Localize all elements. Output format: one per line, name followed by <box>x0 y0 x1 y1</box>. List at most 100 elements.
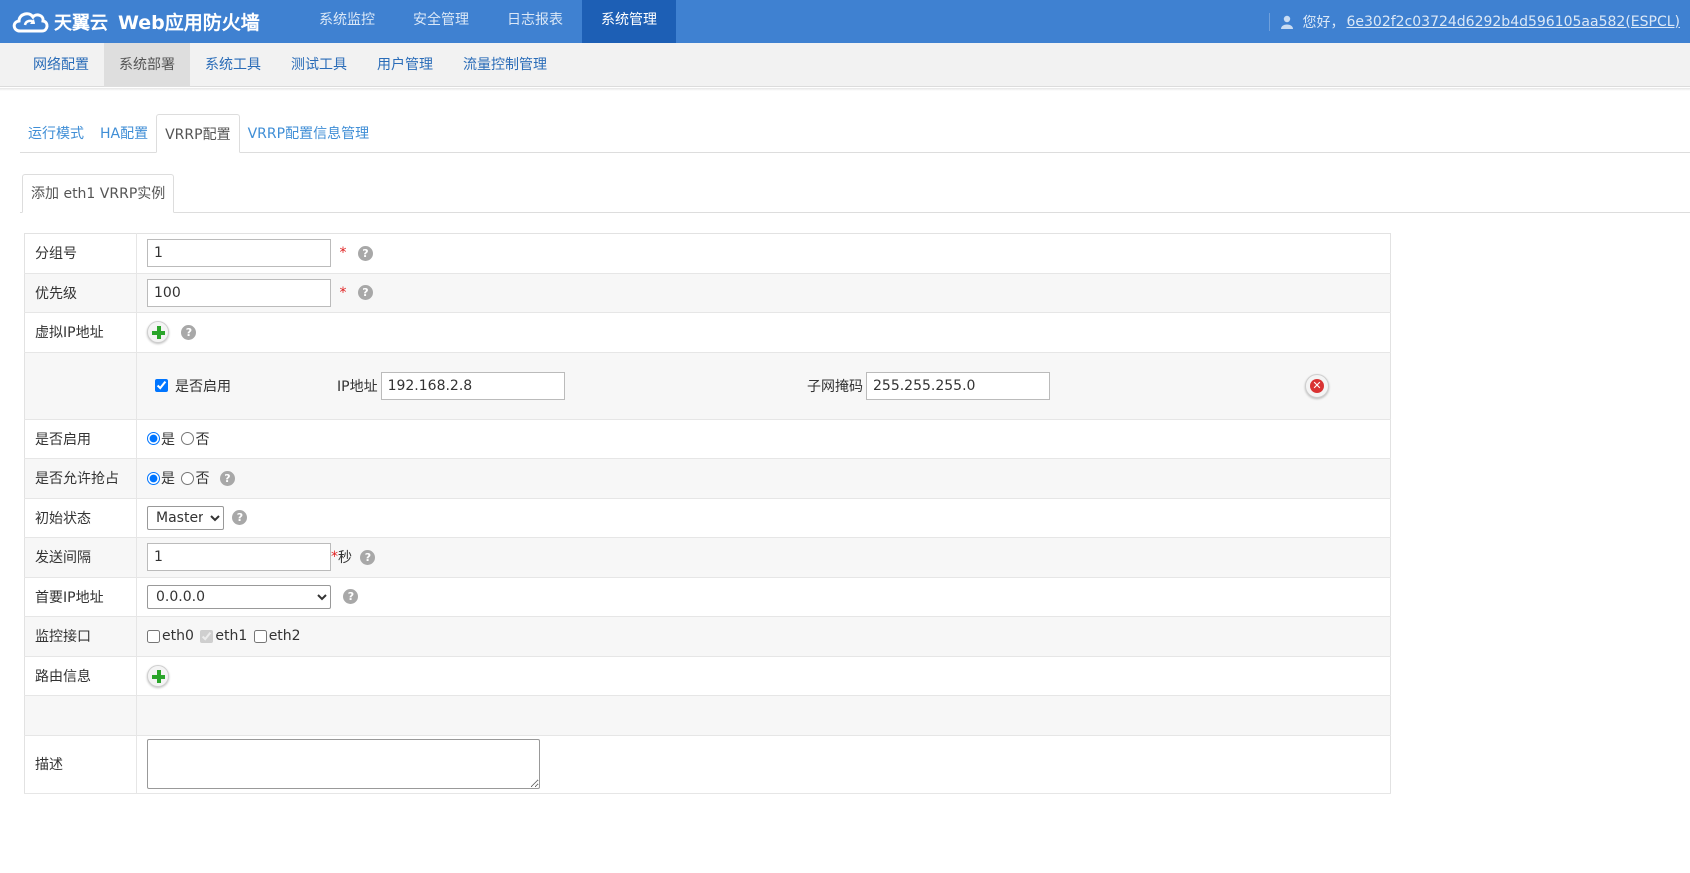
required-mark: * <box>339 284 347 301</box>
help-icon[interactable]: ? <box>219 470 235 486</box>
config-tabs: 运行模式 HA配置 VRRP配置 VRRP配置信息管理 <box>20 114 1690 153</box>
preempt-no-radio[interactable] <box>181 471 195 485</box>
preempt-yes-radio[interactable] <box>147 471 160 485</box>
vip-label: 虚拟IP地址 <box>24 312 137 353</box>
eth2-label: eth2 <box>268 628 301 645</box>
add-route-button[interactable] <box>147 664 169 687</box>
logo[interactable]: 天翼云 Web应用防火墙 <box>10 0 260 43</box>
help-icon[interactable]: ? <box>232 510 248 526</box>
enable-no-label: 否 <box>195 431 210 448</box>
interval-cell: *秒 ? <box>136 537 1391 578</box>
sub-nav-deploy[interactable]: 系统部署 <box>104 43 190 87</box>
eth0-label: eth0 <box>162 628 194 645</box>
top-nav-monitor[interactable]: 系统监控 <box>300 0 394 43</box>
tab-vrrp-info[interactable]: VRRP配置信息管理 <box>240 114 377 152</box>
sub-nav-users[interactable]: 用户管理 <box>362 43 448 87</box>
help-icon[interactable]: ? <box>357 285 373 301</box>
row-desc: 描述 <box>24 735 1391 794</box>
vip-enabled-checkbox[interactable] <box>155 379 168 392</box>
eth2-checkbox[interactable] <box>253 629 267 643</box>
interval-unit: 秒 <box>338 550 352 567</box>
username-link[interactable]: 6e302f2c03724d6292b4d596105aa582(ESPCL) <box>1346 14 1680 30</box>
preempt-yes-label: 是 <box>161 471 175 488</box>
vip-enabled-group: 是否启用 <box>155 353 231 419</box>
interval-label: 发送间隔 <box>24 537 137 578</box>
group-input[interactable] <box>147 239 331 268</box>
row-init-state: 初始状态 Master ? <box>24 498 1391 538</box>
sub-nav-traffic[interactable]: 流量控制管理 <box>448 43 562 87</box>
vip-ip-input[interactable] <box>380 371 565 400</box>
close-icon: ✕ <box>1310 378 1324 393</box>
vip-ip-label: IP地址 <box>337 378 378 395</box>
preempt-cell: 是 否 ? <box>136 458 1391 499</box>
sub-nav: 网络配置 系统部署 系统工具 测试工具 用户管理 流量控制管理 <box>0 43 1690 87</box>
row-group: 分组号 * ? <box>24 233 1391 274</box>
required-mark: * <box>331 549 338 566</box>
sub-nav-tools[interactable]: 系统工具 <box>190 43 276 87</box>
row-route: 路由信息 <box>24 656 1391 696</box>
cloud-logo-icon <box>12 11 49 32</box>
enable-cell: 是 否 <box>136 419 1391 459</box>
tab-vrrp-config[interactable]: VRRP配置 <box>156 114 240 153</box>
desc-textarea[interactable] <box>147 739 540 789</box>
top-nav-logs[interactable]: 日志报表 <box>488 0 582 43</box>
top-nav-security[interactable]: 安全管理 <box>394 0 488 43</box>
vip-entry-cell: 是否启用 IP地址 子网掩码 ✕ <box>136 352 1391 420</box>
required-mark: * <box>339 245 347 262</box>
group-cell: * ? <box>136 233 1391 274</box>
sub-nav-test[interactable]: 测试工具 <box>276 43 362 87</box>
tab-add-instance[interactable]: 添加 eth1 VRRP实例 <box>22 174 175 213</box>
group-label: 分组号 <box>24 233 137 274</box>
help-icon[interactable]: ? <box>357 245 373 261</box>
tab-run-mode[interactable]: 运行模式 <box>20 114 92 152</box>
help-icon[interactable]: ? <box>343 589 359 605</box>
divider <box>1269 12 1271 31</box>
delete-vip-button[interactable]: ✕ <box>1305 373 1329 398</box>
primary-ip-label: 首要IP地址 <box>24 577 137 617</box>
vip-entry-blank <box>24 352 137 420</box>
help-icon[interactable]: ? <box>360 549 376 565</box>
vip-mask-label: 子网掩码 <box>807 378 863 395</box>
add-vip-button[interactable] <box>147 321 169 344</box>
enable-no-radio[interactable] <box>181 432 195 446</box>
primary-ip-select[interactable]: 0.0.0.0 <box>147 584 331 609</box>
instance-tabs: 添加 eth1 VRRP实例 <box>20 174 1690 213</box>
row-vip-entry: 是否启用 IP地址 子网掩码 ✕ <box>24 352 1391 420</box>
row-vip: 虚拟IP地址 ? <box>24 312 1391 353</box>
eth1-label: eth1 <box>215 628 248 645</box>
row-monitor: 监控接口 eth0 eth1 eth2 <box>24 616 1391 657</box>
eth0-checkbox[interactable] <box>147 629 160 643</box>
monitor-cell: eth0 eth1 eth2 <box>136 616 1391 657</box>
sub-nav-network[interactable]: 网络配置 <box>18 43 104 87</box>
product-name: Web应用防火墙 <box>118 12 260 34</box>
interval-input[interactable] <box>147 543 331 572</box>
vip-enabled-label: 是否启用 <box>175 378 231 395</box>
init-state-select[interactable]: Master <box>147 505 224 530</box>
row-preempt: 是否允许抢占 是 否 ? <box>24 458 1391 499</box>
route-cell <box>136 656 1391 696</box>
row-priority: 优先级 * ? <box>24 273 1391 313</box>
vip-mask-input[interactable] <box>866 371 1050 400</box>
top-nav: 系统监控 安全管理 日志报表 系统管理 <box>300 0 676 43</box>
init-state-label: 初始状态 <box>24 498 137 538</box>
primary-ip-cell: 0.0.0.0 ? <box>136 577 1391 617</box>
vip-ip-group: IP地址 <box>337 353 565 419</box>
monitor-label: 监控接口 <box>24 616 137 657</box>
priority-label: 优先级 <box>24 273 137 313</box>
user-box: 您好， 6e302f2c03724d6292b4d596105aa582(ESP… <box>1269 0 1680 43</box>
init-state-cell: Master ? <box>136 498 1391 538</box>
help-icon[interactable]: ? <box>181 324 197 340</box>
row-enable: 是否启用 是 否 <box>24 419 1391 459</box>
vip-mask-group: 子网掩码 <box>807 353 1050 419</box>
tab-ha-config[interactable]: HA配置 <box>92 114 156 152</box>
top-nav-system[interactable]: 系统管理 <box>582 0 676 43</box>
blank-cell <box>136 695 1391 736</box>
top-bar: 天翼云 Web应用防火墙 系统监控 安全管理 日志报表 系统管理 您好， 6e3… <box>0 0 1690 43</box>
enable-yes-label: 是 <box>161 431 175 448</box>
row-primary-ip: 首要IP地址 0.0.0.0 ? <box>24 577 1391 617</box>
preempt-label: 是否允许抢占 <box>24 458 137 499</box>
priority-input[interactable] <box>147 278 331 307</box>
greeting-text: 您好， <box>1302 14 1345 31</box>
enable-yes-radio[interactable] <box>147 432 160 446</box>
desc-cell <box>136 735 1391 794</box>
